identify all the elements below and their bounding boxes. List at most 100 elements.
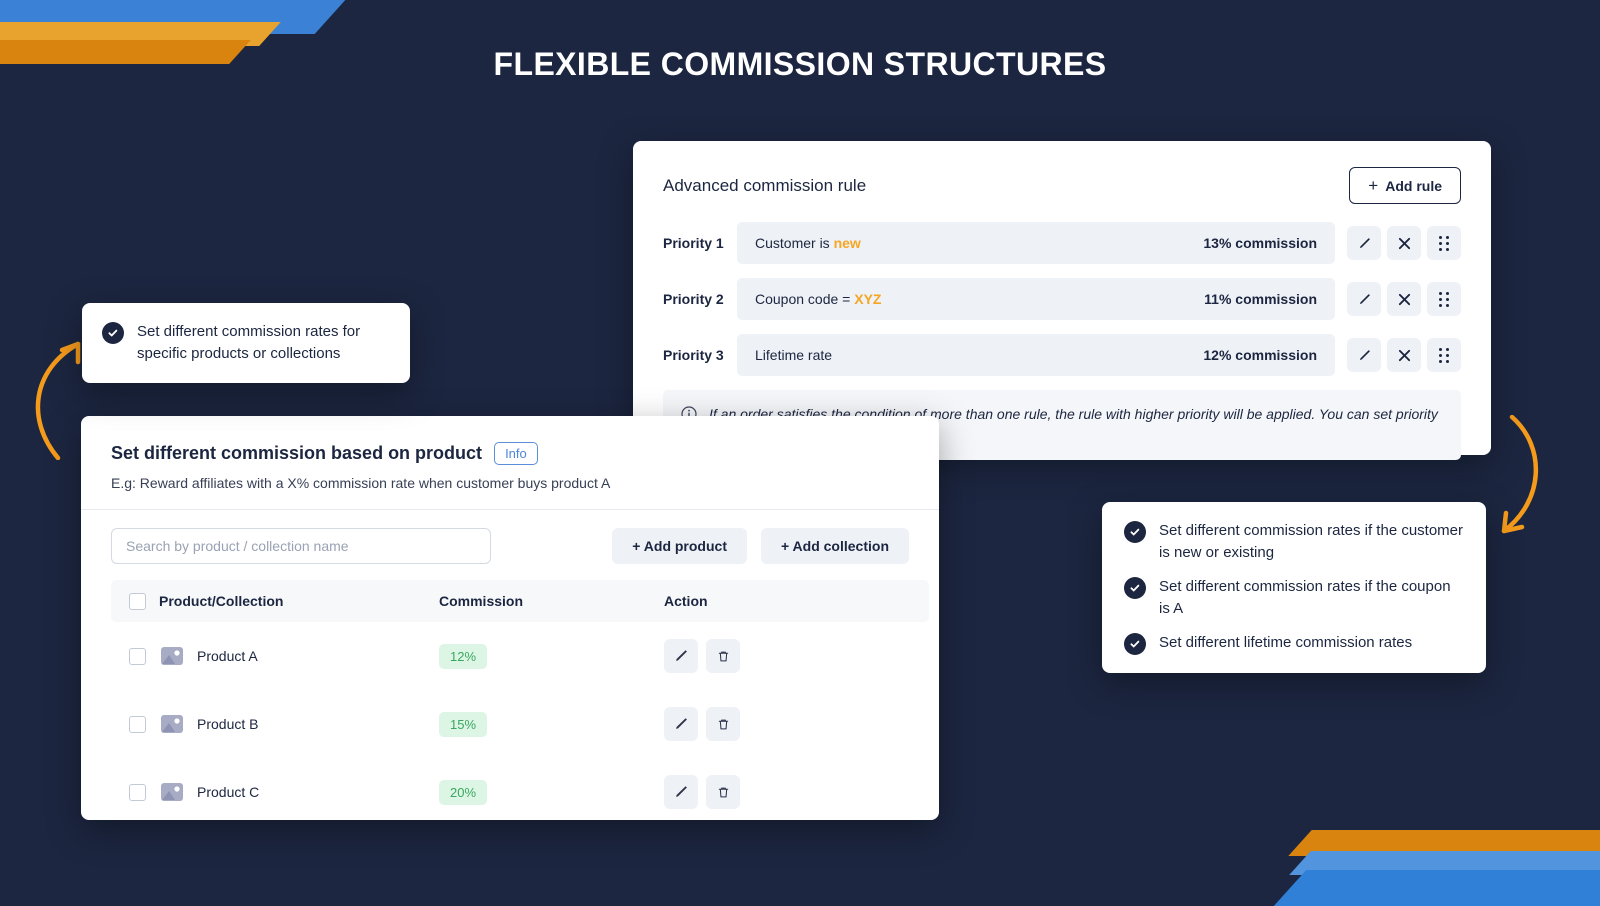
pencil-icon[interactable] xyxy=(1347,282,1381,316)
decoration-bottom-right xyxy=(1200,808,1600,906)
trash-icon[interactable] xyxy=(706,775,740,809)
table-header-row: Product/Collection Commission Action xyxy=(111,580,929,622)
rule-condition-prefix: Customer is xyxy=(755,235,834,251)
product-panel-title: Set different commission based on produc… xyxy=(111,443,483,463)
pencil-icon[interactable] xyxy=(1347,226,1381,260)
close-x-icon[interactable] xyxy=(1387,282,1421,316)
callout-text: Set different commission rates if the cu… xyxy=(1159,522,1464,561)
row-action-cell xyxy=(664,690,929,758)
product-panel-title-row: Set different commission based on produc… xyxy=(111,442,909,465)
table-row: Product B 15% xyxy=(111,690,929,758)
add-product-button[interactable]: + Add product xyxy=(612,528,747,564)
plus-icon: + xyxy=(1368,176,1379,195)
deco-blue-light-stripe xyxy=(1289,851,1600,875)
select-all-header xyxy=(111,580,159,622)
select-all-checkbox[interactable] xyxy=(129,592,146,610)
row-checkbox[interactable] xyxy=(129,715,146,733)
row-select-cell xyxy=(111,622,159,690)
info-badge[interactable]: Info xyxy=(494,442,538,465)
deco-blue-stripe xyxy=(0,0,346,34)
list-item: Set different lifetime commission rates xyxy=(1124,632,1464,655)
product-commission-panel: Set different commission based on produc… xyxy=(81,416,939,820)
product-name: Product B xyxy=(197,716,259,732)
rule-body[interactable]: Lifetime rate 12% commission xyxy=(737,334,1335,376)
pencil-icon[interactable] xyxy=(664,775,698,809)
advanced-commission-rule-panel: Advanced commission rule + Add rule Prio… xyxy=(633,141,1491,460)
priority-label: Priority 3 xyxy=(663,347,724,363)
products-table: Product/Collection Commission Action Pro… xyxy=(111,580,929,820)
rule-condition-prefix: Coupon code = xyxy=(755,291,855,307)
pencil-icon[interactable] xyxy=(664,707,698,741)
panel-title: Advanced commission rule xyxy=(663,175,867,195)
rule-commission: 11% commission xyxy=(1204,291,1317,307)
add-rule-label: Add rule xyxy=(1385,177,1442,194)
priority-label: Priority 1 xyxy=(663,235,724,251)
panel-header: Advanced commission rule + Add rule xyxy=(663,167,1461,204)
close-x-icon[interactable] xyxy=(1387,338,1421,372)
table-row: Product A 12% xyxy=(111,622,929,690)
list-item: Set different commission rates for speci… xyxy=(102,321,390,365)
product-name: Product A xyxy=(197,648,258,664)
rule-body[interactable]: Customer is new 13% commission xyxy=(737,222,1335,264)
list-item: Set different commission rates if the cu… xyxy=(1124,520,1464,564)
rule-actions xyxy=(1347,282,1461,316)
column-header-action: Action xyxy=(664,580,929,622)
column-header-product: Product/Collection xyxy=(159,580,439,622)
trash-icon[interactable] xyxy=(706,707,740,741)
rule-actions xyxy=(1347,338,1461,372)
callout-card-right: Set different commission rates if the cu… xyxy=(1102,502,1486,673)
image-placeholder-icon xyxy=(159,711,185,737)
product-panel-header: Set different commission based on produc… xyxy=(81,442,939,491)
rule-actions xyxy=(1347,226,1461,260)
check-circle-icon xyxy=(102,322,124,344)
row-select-cell xyxy=(111,690,159,758)
product-panel-controls: + Add product + Add collection xyxy=(81,510,939,580)
check-circle-icon xyxy=(1124,576,1146,599)
add-collection-button[interactable]: + Add collection xyxy=(761,528,909,564)
product-name: Product C xyxy=(197,784,260,800)
row-action-cell xyxy=(664,622,929,690)
row-select-cell xyxy=(111,758,159,820)
rule-condition: Customer is new xyxy=(755,235,861,251)
priority-label: Priority 2 xyxy=(663,291,724,307)
rule-commission: 13% commission xyxy=(1203,235,1317,251)
rule-commission: 12% commission xyxy=(1203,347,1317,363)
page-title: FLEXIBLE COMMISSION STRUCTURES xyxy=(493,46,1107,82)
deco-orange-stripe xyxy=(1288,830,1600,856)
drag-handle-icon[interactable] xyxy=(1427,338,1461,372)
trash-icon[interactable] xyxy=(706,639,740,673)
drag-handle-icon[interactable] xyxy=(1427,226,1461,260)
table-row: Product C 20% xyxy=(111,758,929,820)
deco-blue-dark-stripe xyxy=(1273,870,1600,906)
pencil-icon[interactable] xyxy=(664,639,698,673)
image-placeholder-icon xyxy=(159,643,185,669)
row-commission-cell: 20% xyxy=(439,758,664,820)
rule-row: Priority 1 Customer is new 13% commissio… xyxy=(663,222,1461,264)
callout-text: Set different lifetime commission rates xyxy=(1159,633,1413,651)
rule-row: Priority 2 Coupon code = XYZ 11% commiss… xyxy=(663,278,1461,320)
add-rule-button[interactable]: + Add rule xyxy=(1349,167,1461,204)
callout-text: Set different commission rates if the co… xyxy=(1159,577,1451,617)
column-header-commission: Commission xyxy=(439,580,664,622)
commission-badge: 20% xyxy=(439,779,488,805)
row-product-cell: Product B xyxy=(159,690,439,758)
callout-text: Set different commission rates for speci… xyxy=(137,323,361,362)
search-input[interactable] xyxy=(111,528,491,564)
pencil-icon[interactable] xyxy=(1347,338,1381,372)
row-action-cell xyxy=(664,758,929,820)
rule-condition-highlight: XYZ xyxy=(854,291,882,307)
row-commission-cell: 12% xyxy=(439,622,664,690)
row-product-cell: Product C xyxy=(159,758,439,820)
commission-badge: 12% xyxy=(439,643,488,669)
callout-card-left: Set different commission rates for speci… xyxy=(82,303,410,383)
row-checkbox[interactable] xyxy=(129,783,146,801)
rule-condition-prefix: Lifetime rate xyxy=(755,347,833,363)
drag-handle-icon[interactable] xyxy=(1427,282,1461,316)
commission-badge: 15% xyxy=(439,711,488,737)
rule-body[interactable]: Coupon code = XYZ 11% commission xyxy=(737,278,1335,320)
close-x-icon[interactable] xyxy=(1387,226,1421,260)
row-checkbox[interactable] xyxy=(129,647,146,665)
list-item: Set different commission rates if the co… xyxy=(1124,576,1464,620)
check-circle-icon xyxy=(1124,521,1146,543)
check-circle-icon xyxy=(1124,632,1146,655)
